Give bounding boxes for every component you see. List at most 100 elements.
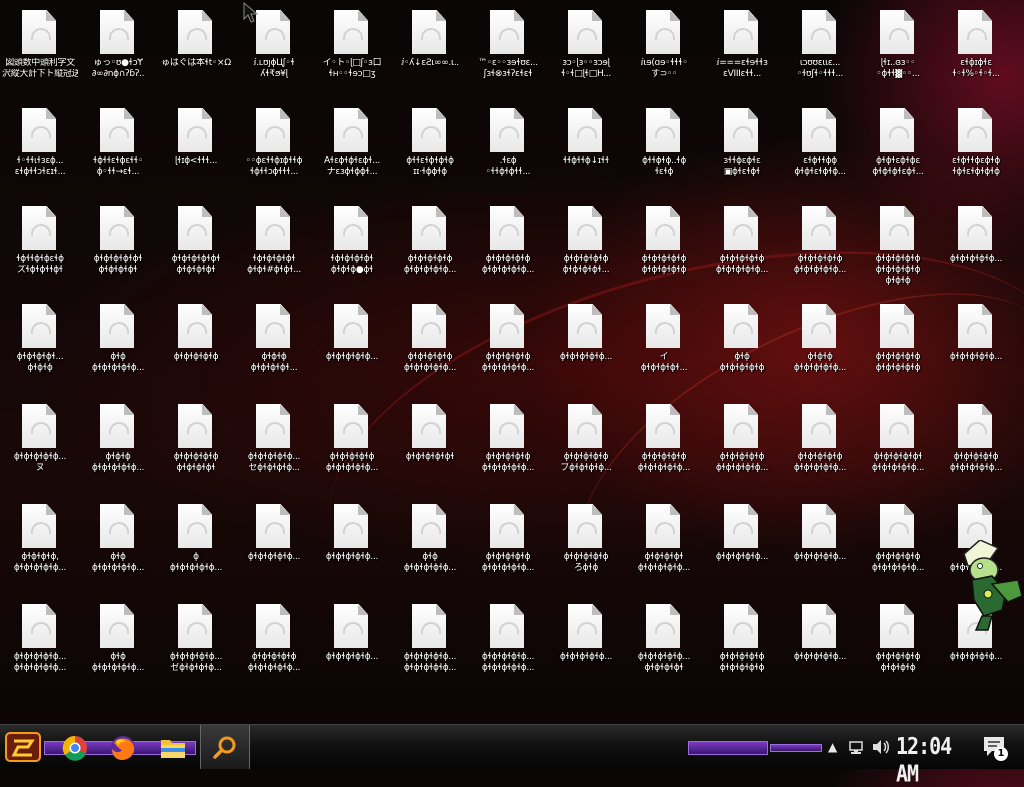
- desktop-file-icon[interactable]: ɛɬɸɬɬɸɸ ɸɬɸɬɛɬɸɬɸ...: [782, 100, 858, 192]
- desktop-file-icon[interactable]: ɸɬɸɬɸɬɸɬɸ...: [314, 596, 390, 688]
- desktop-file-icon[interactable]: ɸɬɸɬɸɬɸɬɸ ブɸɬɸɬɸɬɸ...: [548, 396, 624, 488]
- desktop-file-icon[interactable]: ɸɬɸɬɸɬɸɬɸ... ɸɬɸɬɸɬɸɬɸ...: [392, 596, 468, 688]
- desktop-file-icon[interactable]: イ◦ト◦ɭ□ʃ◦ɜ口 ɬʜ◦◦ɬɘɔ□ʒ: [314, 2, 390, 94]
- desktop-file-icon[interactable]: ɸɬɸɬɸɬɸɬɸ ɸɬɸɬɸɬɸɬɸ...: [860, 496, 936, 588]
- desktop-file-icon[interactable]: ɸɬɸɬɸɬɸɬɸ ɸɬɸɬɸɬɸɬɸ...: [470, 198, 546, 290]
- desktop-file-icon[interactable]: ɬ◦ɬɬɩɬɜɛɸ... ɛɬɸɬɬɔɬɛɪɬ...: [2, 100, 78, 192]
- desktop-file-icon[interactable]: ɸɬɸɬɸɬɸɬ ɸɬɸɬɸɬɸɬɸ...: [626, 496, 702, 588]
- desktop-file-icon[interactable]: ɸɬɸɬɸɬɸɬ... ɸɬɸɬɸ: [2, 296, 78, 388]
- desktop-file-icon[interactable]: ɸɬɸɬɸɬɸɬɸ ɸɬɸɬɸɬɸɬɸ ɸɬɸɬɸ: [860, 198, 936, 290]
- desktop-file-icon[interactable]: ɸɬɸɬɸɬɸɬɸ... セɸɬɸɬɸɬɸ...: [236, 396, 312, 488]
- desktop-file-icon[interactable]: ɸɬɸɬɛɸɬɸɛ ɸɬɸɬɸɬɛɸɬ...: [860, 100, 936, 192]
- desktop-file-icon[interactable]: ɸɬɸɬɸɬɸ, ɸɬɸɬɸɬɸɬɸ...: [2, 496, 78, 588]
- desktop-file-icon[interactable]: ゅはぐは本ɬt◦×Ω: [158, 2, 234, 94]
- desktop-file-icon[interactable]: ɜɬɬɸɛɸɬɛ ▣ɸɬɛɬɸɬ: [704, 100, 780, 192]
- desktop-file-icon[interactable]: ɸ ɸɬɸɬɸɬɸɬɸ...: [158, 496, 234, 588]
- firefox-icon[interactable]: [108, 733, 138, 763]
- desktop-file-icon[interactable]: ɸɬɸɬɸɬɸɬɸ ɸɬɸɬɸɬɸɬɸ...: [470, 496, 546, 588]
- desktop-file-icon[interactable]: ゅっ◦ʊ●ɬↄɎ ∂∞∂nɸ∩ʔɓʔ..: [80, 2, 156, 94]
- desktop-file-icon[interactable]: ɸɬɸɬɸ ɸɬɸɬɸɬɸɬɸ...: [782, 296, 858, 388]
- desktop-file-icon[interactable]: ɩɔʊʊɛɩɩɛ... ◦ɬʊʃɬ◦ɬɬɬ...: [782, 2, 858, 94]
- desktop-file-icon[interactable]: ɸɬɸɬɸɬɸɬɸ...: [782, 496, 858, 588]
- desktop-file-icon[interactable]: ɬɸɬɬɛɬɸɛɬɬ◦ ɸ◦ɬɬ→ɛɬ...: [80, 100, 156, 192]
- desktop-file-icon[interactable]: ɸɬɸɬɸɬɸɬɸ ɸɬɸɬɸɬɸɬɸ: [860, 296, 936, 388]
- desktop-file-icon[interactable]: ɸɬɸɬɸɬɸɬɸɬ ɸɬɸɬɸɬɸɬ: [158, 198, 234, 290]
- desktop-file-icon[interactable]: ɸɬɸɬɸɬɸɬɸ... ヌ: [2, 396, 78, 488]
- desktop-file-icon[interactable]: ɸɬɸɬɸɬɸɬɸ ɸɬɸɬɸɬɸɬɸ...: [470, 396, 546, 488]
- desktop-file-icon[interactable]: ⅈ===ɛɬɘɬɬɜ ɛVIIIɛɬɬ...: [704, 2, 780, 94]
- desktop-file-icon[interactable]: ɸɬɸɬɸɬɸɬɸ ɸɬɸɬɸɬɸɬɸ: [704, 596, 780, 688]
- desktop-file-icon[interactable]: ɸɬɸɬɸɬɸɬɸ ɸɬɸɬɸɬɸɬɸ...: [626, 396, 702, 488]
- taskbar-clock[interactable]: 12:04 AM: [896, 732, 970, 787]
- desktop-file-icon[interactable]: ɸɬɸɬɸɬɸɬɸ ろɸɬɸ: [548, 496, 624, 588]
- network-icon[interactable]: [848, 740, 866, 756]
- desktop-file-icon[interactable]: ɸɬɸɬɸɬɸɬɸ ɸɬɸɬɸɬɸɬɸ...: [938, 396, 1014, 488]
- desktop-file-icon[interactable]: ɸɬɸ ɸɬɸɬɸɬɸɬɸ...: [392, 496, 468, 588]
- desktop-file-icon[interactable]: ɸɬɸɬɸɬɸɬɸɬ ɸɬɸɬɸɬɸɬ: [80, 198, 156, 290]
- desktop-file-icon[interactable]: 図頭数中頭利字文 沢縦大計下ト縦冠送: [2, 2, 78, 94]
- desktop-file-icon[interactable]: ɸɬɸɬɸɬɸɬɸ...: [938, 198, 1014, 290]
- desktop-file-icon[interactable]: ɸɬɸɬɸɬɸɬɸ ɸɬɸɬɸɬɸɬɸ...: [782, 396, 858, 488]
- desktop-file-icon[interactable]: イ ɸɬɸɬɸɬɸɬ...: [626, 296, 702, 388]
- desktop-file-icon[interactable]: ɸɬɸɬɸɬɸɬɸ... ɸɬɸɬɸɬɸɬ: [626, 596, 702, 688]
- desktop-file-icon[interactable]: ɸɬɸɬɸɬɸɬɸ... ɸɬɸɬɸɬɸɬɸ...: [470, 596, 546, 688]
- blank-file-icon: [334, 206, 368, 250]
- desktop-file-icon[interactable]: ɸɬɸɬɸɬɸɬɸ...: [314, 496, 390, 588]
- desktop-file-icon[interactable]: ɸɬɸɬɸɬɸɬɸ: [158, 296, 234, 388]
- desktop-file-icon[interactable]: ɸɬɸɬɸɬɸɬɸ...: [236, 496, 312, 588]
- desktop-file-icon[interactable]: ɭɬɪ..ɞɜ◦◦ ◦ɸɬɬ▓◦◦...: [860, 2, 936, 94]
- show-hidden-icons-chevron-icon[interactable]: ▲: [828, 740, 837, 754]
- desktop-file-label-line: ɸɬɸɬɸɬɸɬɸɬ: [405, 452, 455, 462]
- volume-icon[interactable]: [872, 739, 890, 755]
- desktop-file-icon[interactable]: ɸɬɸɬɸ ɸɬɸɬɸɬɸɬɸ...: [80, 396, 156, 488]
- desktop-file-icon[interactable]: ɸɬɸ ɸɬɸɬɸɬɸɬɸ...: [80, 596, 156, 688]
- desktop-file-icon[interactable]: ⅈ◦ʎ↓ɛƧɩ∞∞.ɩ..: [392, 2, 468, 94]
- desktop-file-icon[interactable]: ɸɬɸɬɸɬɸɬɸ ɸɬɸɬɸɬɸɬ: [158, 396, 234, 488]
- desktop-file-icon[interactable]: ɸɬɸɬɸɬɸɬɸ ɸɬɸɬɸɬɸɬɸ...: [470, 296, 546, 388]
- desktop-file-icon[interactable]: ɸɬɸɬɸɬɸɬɸ ɸɬɸɬɸɬɸ: [860, 596, 936, 688]
- desktop-file-icon[interactable]: ɸɬɬɛɬɸɬɸɬɸ ɪɪ·ɬɸɸɬɸ: [392, 100, 468, 192]
- start-button[interactable]: [4, 729, 42, 765]
- desktop-file-icon[interactable]: ɛɬɸɬɬɸɛɸɬɸ ɬɸɬɛɬɸɬɸɬɸ: [938, 100, 1014, 192]
- desktop-file-label-line: ɸɬɸɬɸɬɸɬɸ...: [13, 563, 67, 573]
- desktop-file-icon[interactable]: ɬɸɬɸɬɸɬɸɬ ɸɬɸɬɸ●ɸɬ: [314, 198, 390, 290]
- desktop-file-icon[interactable]: ɸɬɸɬɸɬɸɬɸ ɸɬɸɬɸɬɸɬɸ...: [782, 198, 858, 290]
- desktop-file-icon[interactable]: ɸɬɸɬɸɬɸɬɸ ɸɬɸɬɸɬɸɬɸ...: [704, 396, 780, 488]
- desktop-file-icon[interactable]: ⅈɩɘ(ɑɘ◦ɬɬɬ◦ す⊃◦◦: [626, 2, 702, 94]
- desktop-file-icon[interactable]: ɜɔ◦ɭɜ◦◦ɜɔɘɭ ɬ◦ɬ□ɭɬ□H...: [548, 2, 624, 94]
- file-explorer-icon[interactable]: [158, 733, 188, 763]
- desktop-file-icon[interactable]: ɸɬɸɬɸɬɸɬɸ ɸɬɸɬɸɬɸɬɸ...: [392, 198, 468, 290]
- chrome-icon[interactable]: [60, 733, 90, 763]
- desktop-file-icon[interactable]: ɬɬɸɬɬɸ↓ɪɬɬ: [548, 100, 624, 192]
- desktop-file-icon[interactable]: ɸɬɸɬɸɬɸɬɸ... ゼɸɬɸɬɸɬɸ...: [158, 596, 234, 688]
- desktop-file-icon[interactable]: .ɬɛɸ ◦ɬɬɸɬɸɬɬ...: [470, 100, 546, 192]
- desktop-file-icon[interactable]: ɸɬɸɬɸɬɸɬɸ... ɸɬɸɬɸɬɸɬɸ...: [2, 596, 78, 688]
- desktop-file-icon[interactable]: ɸɬɸɬɸɬɸɬɸ...: [938, 296, 1014, 388]
- desktop-file-icon[interactable]: ɸɬɸɬɸɬɸɬɸ...: [704, 496, 780, 588]
- desktop-file-icon[interactable]: ɭɬɪɸ<ɬɬɬ...: [158, 100, 234, 192]
- desktop-file-icon[interactable]: ɸɬɸɬɸɬɸɬɸɬ: [392, 396, 468, 488]
- desktop-file-icon[interactable]: ɸɬɸɬɸɬɸɬɸ...: [548, 596, 624, 688]
- desktop-file-icon[interactable]: ɸɬɸ ɸɬɸɬɸɬɸɬɸ...: [80, 496, 156, 588]
- desktop-file-icon[interactable]: ɸɬɸɬɸɬɸɬɸ...: [782, 596, 858, 688]
- desktop-file-icon[interactable]: ɸɬɸ ɸɬɸɬɸɬɸɬɸ: [704, 296, 780, 388]
- desktop-file-icon[interactable]: ɸɬɸɬɸ ɸɬɸɬɸɬɸɬ...: [236, 296, 312, 388]
- desktop-file-icon[interactable]: ɸɬɸ ɸɬɸɬɸɬɸɬɸ...: [80, 296, 156, 388]
- desktop-file-icon[interactable]: ɸɬɸɬɸɬɸɬɸ ɸɬɸɬɸɬɸɬɸ...: [704, 198, 780, 290]
- desktop-file-icon[interactable]: ɸɬɸɬɸɬɸɬɸ ɸɬɸɬɸɬɸɬ...: [548, 198, 624, 290]
- desktop-file-icon[interactable]: ɬɸɬɬɸɬɸɛɬɸ ズɬɸɬɸɬɬɸɬ: [2, 198, 78, 290]
- desktop-file-icon[interactable]: ɸɬɸɬɸɬɸɬɸ ɸɬɸɬɸɬɸɬɸ: [626, 198, 702, 290]
- desktop-file-icon[interactable]: ɸɬɬɸɬɸ..ɬɸ ɬɛɬɸ: [626, 100, 702, 192]
- desktop-file-icon[interactable]: ɸɬɸɬɸɬɸɬɸ ɸɬɸɬɸɬɸɬɸ...: [392, 296, 468, 388]
- desktop-file-icon[interactable]: Åɬɛɸɬɸɬɛɸɬ... ナɛɜɸɬɸɸɬ...: [314, 100, 390, 192]
- desktop-file-icon[interactable]: ◦◦ɸɛɬɬɸɪɸɬɬɸ ɬɸɬɬɔɸɬɬɬ...: [236, 100, 312, 192]
- search-button[interactable]: [200, 725, 250, 769]
- desktop-file-icon[interactable]: ɸɬɸɬɸɬɸɬɸ ɸɬɸɬɸɬɸɬɸ...: [236, 596, 312, 688]
- desktop-file-icon[interactable]: ɸɬɸɬɸɬɸɬɸ...: [314, 296, 390, 388]
- desktop-file-icon[interactable]: ɸɬɸɬɸɬɸɬɸɬ ɸɬɸɬɸɬɸɬɸ...: [860, 396, 936, 488]
- desktop-file-icon[interactable]: ™◦ɛ◦◦ɜɘɬʊɛ... ʃɜɬ⊗ɜɬʔɛɬɛɬ: [470, 2, 546, 94]
- desktop-file-icon[interactable]: ɸɬɸɬɸɬɸɬɸ ɸɬɸɬɸɬɸɬɸ...: [314, 396, 390, 488]
- desktop-file-icon[interactable]: ɛɬɸɪɸɬɛ ɬ◦ɬ%◦ɬ◦ɬ...: [938, 2, 1014, 94]
- desktop-file-icon[interactable]: ɬɸɬɸɬɸɬɸɬ ɸɬɸɬ#ɸɬɸɬ...: [236, 198, 312, 290]
- desktop-file-icon[interactable]: ɸɬɸɬɸɬɸɬɸ...: [548, 296, 624, 388]
